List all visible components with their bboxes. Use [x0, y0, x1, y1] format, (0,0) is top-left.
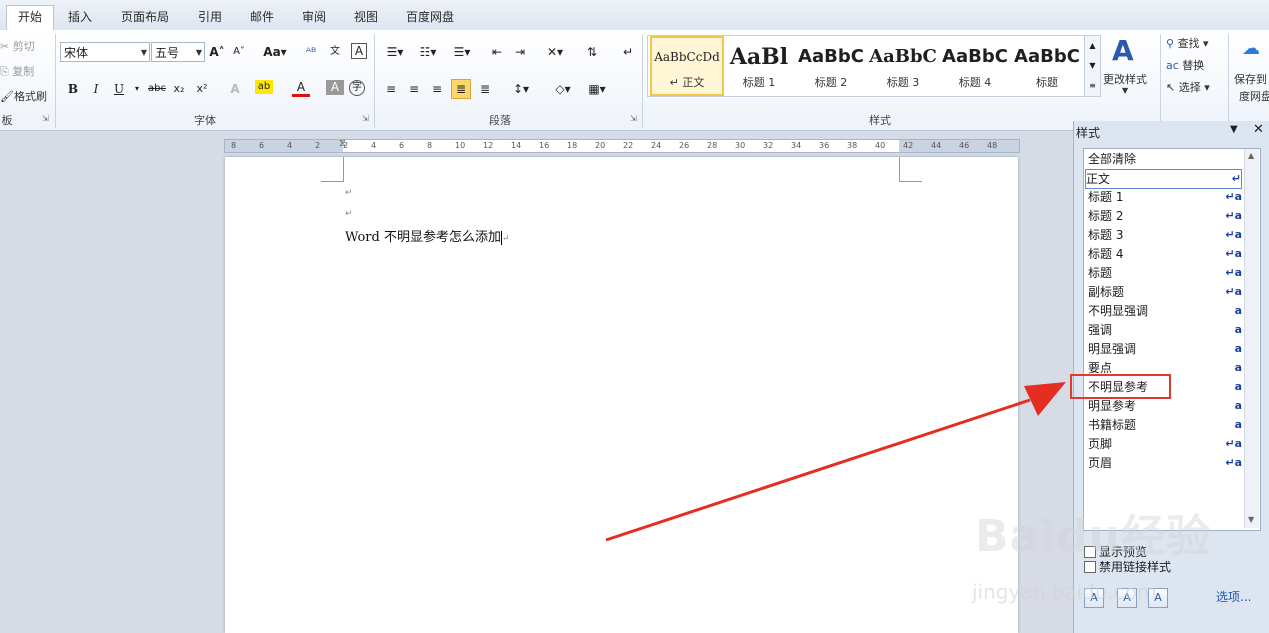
annotation-highlight-box — [1070, 374, 1171, 399]
watermark-url: jingyan.baidu.com — [972, 580, 1157, 604]
watermark-logo: Baidu经验 — [975, 511, 1212, 562]
